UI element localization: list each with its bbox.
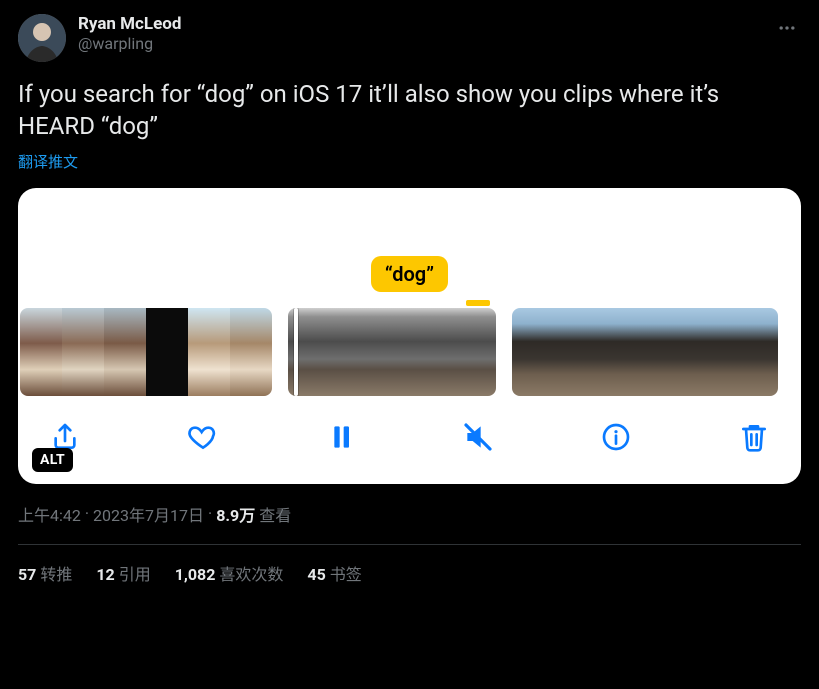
retweets-count: 57 [18,565,36,584]
video-timeline[interactable] [18,306,801,398]
pause-icon [325,421,357,453]
clip-thumb [568,308,610,396]
likes-stat[interactable]: 1,082喜欢次数 [175,561,284,585]
retweets-label: 转推 [40,565,72,584]
media-inner: “dog” [18,188,801,484]
tweet: Ryan McLeod @warpling If you search for … [0,0,819,585]
bookmarks-label: 书签 [330,565,362,584]
meta-row: 上午4:42 · 2023年7月17日 · 8.9万 查看 [18,502,801,526]
clip-thumb [444,308,496,396]
clip-thumb [652,308,694,396]
more-button[interactable] [773,14,801,46]
bookmarks-count: 45 [307,565,325,584]
heart-button[interactable] [184,418,222,456]
alt-badge[interactable]: ALT [32,448,73,472]
clip-thumb [104,308,146,396]
clip-thumb [392,308,444,396]
retweets-stat[interactable]: 57转推 [18,561,72,585]
media-toolbar [18,398,801,484]
clip-thumb [340,308,392,396]
clip-thumb [736,308,778,396]
clip-group-3[interactable] [512,308,778,396]
views-label: 查看 [259,502,291,526]
avatar-image [18,14,66,62]
clip-thumb [20,308,62,396]
views-count[interactable]: 8.9万 [216,502,255,526]
info-button[interactable] [597,418,635,456]
handle[interactable]: @warpling [78,34,773,53]
display-name[interactable]: Ryan McLeod [78,14,773,34]
bookmarks-stat[interactable]: 45 书签 [307,561,361,585]
clip-group-1[interactable] [20,308,272,396]
scrub-marker [466,300,490,306]
mute-icon [462,421,494,453]
trash-button[interactable] [735,418,773,456]
search-bubble: “dog” [371,256,448,292]
more-icon [777,18,797,38]
quotes-count: 12 [96,565,114,584]
trash-icon [738,421,770,453]
quotes-label: 引用 [119,565,151,584]
search-bubble-area: “dog” [18,188,801,306]
meta-sep: · [208,504,212,523]
clip-thumb [230,308,272,396]
playhead[interactable] [294,308,298,396]
clip-thumb [288,308,340,396]
stats-row: 57转推 12 引用 1,082喜欢次数 45 书签 [18,545,801,585]
heart-icon [187,421,219,453]
translate-link[interactable]: 翻译推文 [18,151,801,172]
clip-thumb [694,308,736,396]
avatar[interactable] [18,14,66,62]
clip-thumb [62,308,104,396]
likes-label: 喜欢次数 [219,565,283,584]
tweet-date[interactable]: 2023年7月17日 [93,502,204,526]
clip-group-2[interactable] [288,308,496,396]
quotes-stat[interactable]: 12 引用 [96,561,150,585]
clip-thumb [512,308,568,396]
mute-button[interactable] [459,418,497,456]
media-card[interactable]: “dog” [18,188,801,484]
tweet-header: Ryan McLeod @warpling [18,14,801,62]
likes-count: 1,082 [175,565,216,584]
tweet-time[interactable]: 上午4:42 [18,502,81,526]
clip-thumb [610,308,652,396]
clip-thumb [188,308,230,396]
clip-thumb [146,308,188,396]
author-names: Ryan McLeod @warpling [78,14,773,54]
meta-sep: · [85,504,89,523]
info-icon [600,421,632,453]
pause-button[interactable] [322,418,360,456]
tweet-text: If you search for “dog” on iOS 17 it’ll … [18,78,801,143]
